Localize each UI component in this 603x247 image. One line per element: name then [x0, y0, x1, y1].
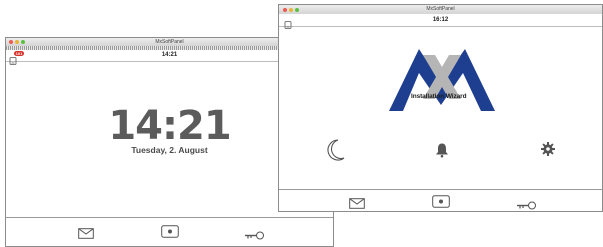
status-bar: 16:12: [279, 14, 602, 29]
moon-icon[interactable]: [327, 139, 345, 166]
key-icon[interactable]: [244, 227, 266, 245]
mail-icon[interactable]: [78, 226, 94, 244]
installation-wizard-label[interactable]: Installation Wizard: [411, 93, 467, 100]
bell-icon[interactable]: [435, 142, 449, 163]
window-title: MxSoftPanel: [426, 6, 455, 12]
bottom-bar: [279, 189, 602, 211]
key-icon[interactable]: [516, 197, 538, 211]
bottom-bar: [6, 217, 333, 246]
mail-icon[interactable]: [349, 196, 365, 211]
camera-icon[interactable]: [432, 195, 450, 211]
front-window: MxSoftPanel 16:12 Installation Wizard: [278, 4, 603, 212]
camera-icon[interactable]: [161, 225, 179, 243]
mx-logo-icon[interactable]: [383, 43, 501, 118]
gear-icon[interactable]: [541, 142, 555, 161]
status-time: 16:12: [432, 17, 449, 23]
